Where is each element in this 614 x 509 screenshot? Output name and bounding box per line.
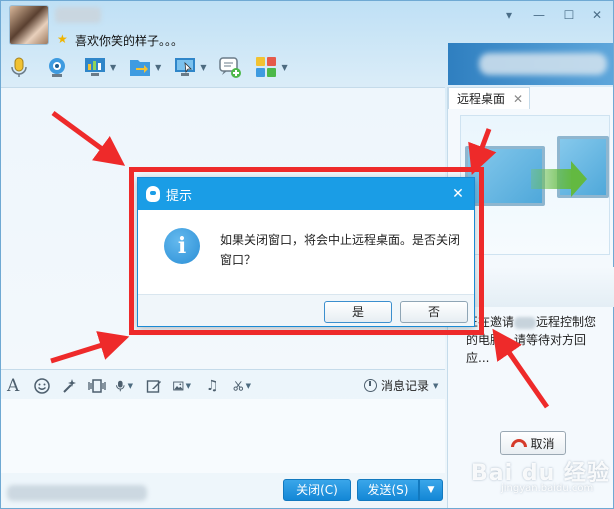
tab-remote-desktop[interactable]: 远程桌面 ✕ [448,87,530,109]
remote-desktop-status: 正在邀请 远程控制您的电脑，请等待对方回应... [466,313,606,367]
close-button[interactable]: 关闭(C) [283,479,351,501]
apps-icon [254,55,278,79]
video-call-icon [45,55,69,79]
chat-header: ★ 喜欢你笑的样子。。。 ▾ — ☐ ✕ ▼ ▼ ▼ ▼ [1,1,613,85]
close-icon[interactable]: ✕ [589,7,605,23]
edit-icon[interactable] [146,377,164,395]
voice-call-button[interactable] [7,55,31,79]
divider [1,369,445,370]
chevron-down-icon[interactable]: ▼ [433,382,438,390]
star-icon: ★ [57,32,68,46]
send-button[interactable]: 发送(S) [357,479,419,501]
chat-toolbar: ▼ ▼ ▼ ▼ [7,53,296,81]
create-group-chat-button[interactable] [218,55,242,79]
video-call-button[interactable] [45,55,69,79]
close-icon[interactable]: ✕ [513,92,523,106]
font-icon[interactable]: A [7,377,25,395]
footer-redacted [7,485,147,501]
create-group-chat-icon [218,55,242,79]
maximize-icon[interactable]: ☐ [561,7,577,23]
share-screen-button[interactable]: ▼ [83,55,116,79]
voice-message-icon[interactable]: ▼ [115,377,133,395]
message-input[interactable] [1,399,445,473]
chevron-down-icon[interactable]: ▼ [281,63,287,72]
chevron-down-icon[interactable]: ▼ [128,377,133,395]
chevron-down-icon[interactable]: ▼ [186,377,191,395]
remote-desktop-button[interactable]: ▼ [173,55,206,79]
emoji-icon[interactable] [34,377,52,395]
send-options-button[interactable]: ▼ [419,479,443,501]
apps-button[interactable]: ▼ [254,55,288,79]
remote-desktop-icon [173,55,197,79]
contact-avatar[interactable] [9,5,49,45]
cancel-label: 取消 [530,436,555,451]
chevron-down-icon[interactable]: ▾ [501,7,517,23]
contact-name-redacted [514,316,537,329]
microphone-icon [7,55,31,79]
baidu-watermark: Bai du 经验 jingyan.baidu.com [471,455,611,505]
transfer-file-button[interactable]: ▼ [128,55,161,79]
transfer-file-icon [128,55,152,79]
share-screen-icon [83,55,107,79]
chevron-down-icon[interactable]: ▼ [155,63,161,72]
minimize-icon[interactable]: — [531,7,547,23]
chevron-down-icon[interactable]: ▼ [110,63,116,72]
screenshot-icon[interactable]: ▼ [233,377,251,395]
cancel-remote-button[interactable]: 取消 [500,431,566,455]
message-history-label: 消息记录 [381,379,430,393]
image-icon[interactable]: ▼ [173,377,191,395]
hangup-icon [511,439,528,447]
contact-signature: 喜欢你笑的样子。。。 [75,34,184,48]
contact-name-redacted [55,7,101,23]
qq-chat-window: ★ 喜欢你笑的样子。。。 ▾ — ☐ ✕ ▼ ▼ ▼ ▼ A ▼ ▼ ♫ ▼ 消… [0,0,614,509]
magic-expression-icon[interactable] [61,377,79,395]
tab-label: 远程桌面 [457,92,506,106]
clock-icon [364,379,377,392]
chevron-down-icon[interactable]: ▼ [200,63,206,72]
annotation-highlight [129,167,484,335]
message-history-button[interactable]: 消息记录 ▼ [364,377,438,394]
chevron-down-icon[interactable]: ▼ [246,377,251,395]
music-icon[interactable]: ♫ [206,377,224,395]
shake-icon[interactable] [88,377,106,395]
ad-banner-redacted [479,53,607,75]
arrow-right-icon [531,161,587,197]
